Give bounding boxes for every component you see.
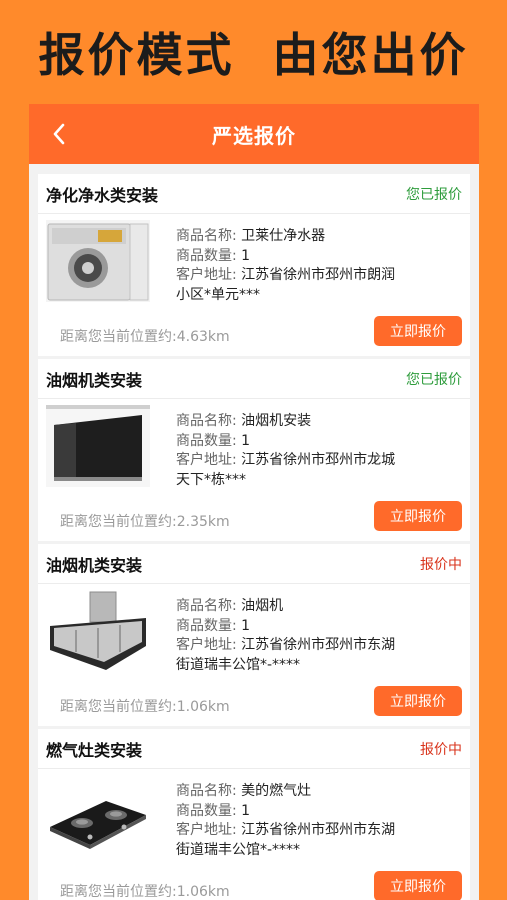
label-qty: 商品数量:	[176, 802, 237, 819]
label-name: 商品名称:	[176, 783, 237, 799]
card-header: 净化净水类安装 您已报价	[38, 174, 470, 214]
range-hood-icon	[46, 590, 150, 672]
quote-card[interactable]: 净化净水类安装 您已报价 商品名称: 卫莱仕净水器 商品数量: 1 客户地址: …	[38, 174, 470, 356]
label-address: 客户地址:	[176, 267, 237, 283]
banner-text: 报价模式 由您出价	[38, 28, 469, 82]
product-image	[46, 405, 150, 487]
address-line1: 江苏省徐州市邳州市朗润	[241, 267, 396, 283]
page-title: 严选报价	[212, 123, 296, 148]
product-info: 商品名称: 美的燃气灶 商品数量: 1 客户地址: 江苏省徐州市邳州市东湖 街道…	[176, 782, 466, 860]
status-badge: 您已报价	[406, 371, 462, 388]
card-footer: 距离您当前位置约:1.06km 立即报价	[38, 684, 470, 726]
card-footer: 距离您当前位置约:4.63km 立即报价	[38, 314, 470, 356]
product-name: 卫莱仕净水器	[241, 228, 326, 244]
status-badge: 您已报价	[406, 186, 462, 203]
card-header: 油烟机类安装 您已报价	[38, 359, 470, 399]
label-name: 商品名称:	[176, 598, 237, 614]
chevron-left-icon	[53, 123, 65, 145]
product-quantity: 1	[241, 247, 251, 264]
product-image	[46, 775, 150, 857]
water-purifier-icon	[46, 220, 150, 302]
product-quantity: 1	[241, 617, 251, 634]
product-quantity: 1	[241, 432, 251, 449]
quote-now-button[interactable]: 立即报价	[374, 871, 462, 900]
quote-card[interactable]: 油烟机类安装 您已报价 商品名称: 油烟机安装 商品数量: 1 客户地址: 江苏…	[38, 359, 470, 541]
address-line2: 小区*单元***	[176, 286, 260, 303]
product-info: 商品名称: 卫莱仕净水器 商品数量: 1 客户地址: 江苏省徐州市邳州市朗润 小…	[176, 227, 466, 305]
distance-text: 距离您当前位置约:2.35km	[60, 514, 230, 530]
nav-bar: 严选报价	[29, 104, 479, 164]
product-name: 油烟机安装	[241, 413, 312, 429]
card-body: 商品名称: 美的燃气灶 商品数量: 1 客户地址: 江苏省徐州市邳州市东湖 街道…	[38, 769, 470, 869]
app-screen: 严选报价 净化净水类安装 您已报价 商品名称: 卫莱仕净水器 商品数量: 1 客…	[29, 104, 479, 900]
label-qty: 商品数量:	[176, 617, 237, 634]
quote-now-button[interactable]: 立即报价	[374, 316, 462, 346]
label-name: 商品名称:	[176, 228, 237, 244]
label-qty: 商品数量:	[176, 432, 237, 449]
address-line2: 天下*栋***	[176, 471, 246, 488]
quote-now-button[interactable]: 立即报价	[374, 501, 462, 531]
product-name: 油烟机	[241, 598, 284, 614]
product-quantity: 1	[241, 802, 251, 819]
card-title: 油烟机类安装	[46, 370, 143, 390]
status-badge: 报价中	[420, 741, 462, 758]
card-title: 净化净水类安装	[46, 185, 159, 205]
product-image	[46, 590, 150, 672]
distance-text: 距离您当前位置约:1.06km	[60, 699, 230, 715]
product-name: 美的燃气灶	[241, 783, 312, 799]
card-body: 商品名称: 油烟机 商品数量: 1 客户地址: 江苏省徐州市邳州市东湖 街道瑞丰…	[38, 584, 470, 684]
product-image	[46, 220, 150, 302]
address-line1: 江苏省徐州市邳州市东湖	[241, 822, 396, 838]
back-button[interactable]	[39, 114, 79, 154]
quote-card[interactable]: 油烟机类安装 报价中 商品名称: 油烟机 商品数量: 1 客户地址: 江苏省徐州…	[38, 544, 470, 726]
promo-banner: 报价模式 由您出价	[0, 0, 507, 104]
status-badge: 报价中	[420, 556, 462, 573]
card-footer: 距离您当前位置约:2.35km 立即报价	[38, 499, 470, 541]
label-address: 客户地址:	[176, 637, 237, 653]
card-footer: 距离您当前位置约:1.06km 立即报价	[38, 869, 470, 900]
quote-now-button[interactable]: 立即报价	[374, 686, 462, 716]
distance-text: 距离您当前位置约:4.63km	[60, 329, 230, 345]
card-body: 商品名称: 卫莱仕净水器 商品数量: 1 客户地址: 江苏省徐州市邳州市朗润 小…	[38, 214, 470, 314]
address-line2: 街道瑞丰公馆*-****	[176, 841, 301, 858]
card-title: 燃气灶类安装	[46, 740, 143, 760]
gas-stove-icon	[46, 775, 150, 857]
quote-card[interactable]: 燃气灶类安装 报价中 商品名称: 美的燃气灶 商品数量: 1 客户地址: 江苏省…	[38, 729, 470, 900]
product-info: 商品名称: 油烟机 商品数量: 1 客户地址: 江苏省徐州市邳州市东湖 街道瑞丰…	[176, 597, 466, 675]
card-body: 商品名称: 油烟机安装 商品数量: 1 客户地址: 江苏省徐州市邳州市龙城 天下…	[38, 399, 470, 499]
label-address: 客户地址:	[176, 822, 237, 838]
card-header: 燃气灶类安装 报价中	[38, 729, 470, 769]
product-info: 商品名称: 油烟机安装 商品数量: 1 客户地址: 江苏省徐州市邳州市龙城 天下…	[176, 412, 466, 490]
range-hood-icon	[46, 405, 150, 487]
label-name: 商品名称:	[176, 413, 237, 429]
label-qty: 商品数量:	[176, 247, 237, 264]
card-title: 油烟机类安装	[46, 555, 143, 575]
address-line2: 街道瑞丰公馆*-****	[176, 656, 301, 673]
distance-text: 距离您当前位置约:1.06km	[60, 884, 230, 900]
label-address: 客户地址:	[176, 452, 237, 468]
address-line1: 江苏省徐州市邳州市东湖	[241, 637, 396, 653]
address-line1: 江苏省徐州市邳州市龙城	[241, 452, 396, 468]
card-header: 油烟机类安装 报价中	[38, 544, 470, 584]
